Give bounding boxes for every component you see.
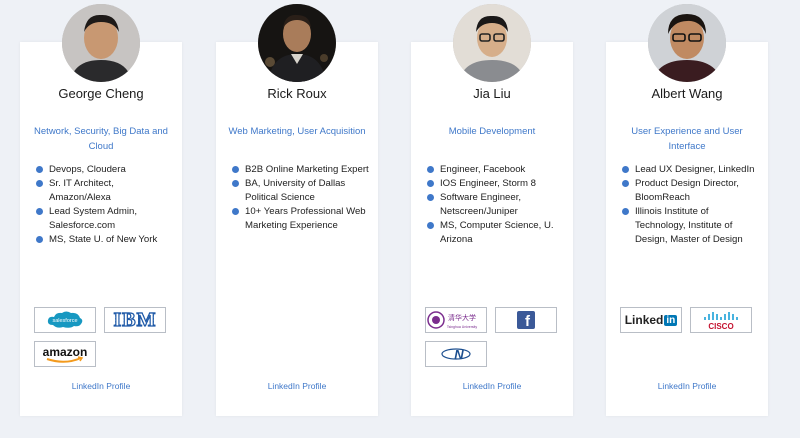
member-role: Web Marketing, User Acquisition xyxy=(228,126,366,137)
member-role: Network, Security, Big Data and Cloud xyxy=(34,126,168,152)
bullet-icon xyxy=(622,166,629,173)
salesforce-logo: salesforce xyxy=(34,307,96,333)
svg-text:N: N xyxy=(454,347,464,362)
avatar xyxy=(453,4,531,82)
list-item: Illinois Institute of Technology, Instit… xyxy=(622,205,760,247)
list-item: MS, State U. of New York xyxy=(36,233,174,247)
linkedin-profile-link[interactable]: LinkedIn Profile xyxy=(20,381,182,391)
bullet-icon xyxy=(36,166,43,173)
team-card-rick-roux: Rick Roux Web Marketing, User Acquisitio… xyxy=(216,4,378,416)
list-item: Engineer, Facebook xyxy=(427,163,565,177)
bullet-icon xyxy=(427,166,434,173)
list-item: 10+ Years Professional Web Marketing Exp… xyxy=(232,205,370,233)
member-name: Albert Wang xyxy=(651,86,723,101)
bullet-icon xyxy=(622,180,629,187)
experience-list: Engineer, Facebook IOS Engineer, Storm 8… xyxy=(427,163,565,247)
team-card-albert-wang: Albert Wang User Experience and User Int… xyxy=(606,4,768,416)
member-name: George Cheng xyxy=(58,86,144,101)
svg-text:Tsinghua University: Tsinghua University xyxy=(447,325,478,329)
avatar xyxy=(62,4,140,82)
bullet-icon xyxy=(622,208,629,215)
juniper-logo: N xyxy=(425,341,487,367)
svg-text:salesforce: salesforce xyxy=(52,318,77,324)
experience-list: Lead UX Designer, LinkedIn Product Desig… xyxy=(622,163,760,247)
experience-list: Devops, Cloudera Sr. IT Architect, Amazo… xyxy=(36,163,174,247)
bullet-icon xyxy=(36,208,43,215)
linkedin-profile-link[interactable]: LinkedIn Profile xyxy=(606,381,768,391)
bullet-icon xyxy=(427,222,434,229)
list-item: Lead UX Designer, LinkedIn xyxy=(622,163,760,177)
tsinghua-logo: 清华大学 Tsinghua University xyxy=(425,307,487,333)
linkedin-profile-link[interactable]: LinkedIn Profile xyxy=(411,381,573,391)
linkedin-logo: Linked in xyxy=(620,307,682,333)
team-card-jia-liu: Jia Liu Mobile Development Engineer, Fac… xyxy=(411,4,573,416)
list-item: MS, Computer Science, U. Arizona xyxy=(427,219,565,247)
bullet-icon xyxy=(232,166,239,173)
list-item: Sr. IT Architect, Amazon/Alexa xyxy=(36,177,174,205)
bullet-icon xyxy=(232,208,239,215)
list-item: Lead System Admin, Salesforce.com xyxy=(36,205,174,233)
list-item: B2B Online Marketing Expert xyxy=(232,163,370,177)
svg-text:CISCO: CISCO xyxy=(708,322,733,331)
bullet-icon xyxy=(36,236,43,243)
svg-text:清华大学: 清华大学 xyxy=(448,313,476,322)
bullet-icon xyxy=(427,180,434,187)
list-item: Software Engineer, Netscreen/Juniper xyxy=(427,191,565,219)
list-item: Devops, Cloudera xyxy=(36,163,174,177)
list-item: Product Design Director, BloomReach xyxy=(622,177,760,205)
bullet-icon xyxy=(232,180,239,187)
amazon-logo: amazon xyxy=(34,341,96,367)
member-role: Mobile Development xyxy=(448,126,536,137)
bullet-icon xyxy=(427,194,434,201)
member-role: User Experience and User Interface xyxy=(631,126,743,152)
member-name: Jia Liu xyxy=(473,86,511,101)
facebook-logo: f xyxy=(495,307,557,333)
cisco-logo: CISCO xyxy=(690,307,752,333)
list-item: BA, University of Dallas Political Scien… xyxy=(232,177,370,205)
experience-list: B2B Online Marketing Expert BA, Universi… xyxy=(232,163,370,233)
avatar xyxy=(258,4,336,82)
list-item: IOS Engineer, Storm 8 xyxy=(427,177,565,191)
team-card-george-cheng: George Cheng Network, Security, Big Data… xyxy=(20,4,182,416)
avatar xyxy=(648,4,726,82)
ibm-logo: IBM xyxy=(104,307,166,333)
linkedin-profile-link[interactable]: LinkedIn Profile xyxy=(216,381,378,391)
bullet-icon xyxy=(36,180,43,187)
member-name: Rick Roux xyxy=(267,86,327,101)
